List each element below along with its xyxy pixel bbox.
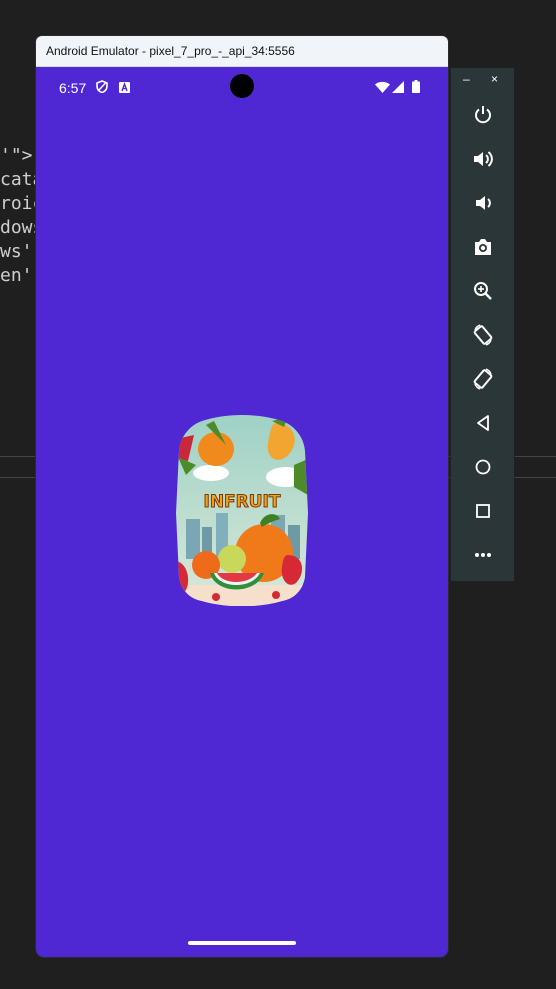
shield-icon [96,80,108,98]
overview-button[interactable] [451,493,514,529]
volume-up-icon [472,149,494,169]
rotate-left-icon [472,324,494,346]
more-button[interactable] [451,537,514,573]
gesture-home-bar[interactable] [188,941,296,945]
code-line: en' [0,265,33,286]
signal-icon [392,80,404,98]
power-icon [473,105,493,125]
power-button[interactable] [451,97,514,133]
font-a-icon [119,80,130,98]
back-icon [475,414,491,432]
volume-down-icon [474,193,492,213]
volume-up-button[interactable] [451,141,514,177]
status-time: 6:57 [59,80,87,96]
rotate-left-button[interactable] [451,317,514,353]
splash-logo: INFRUIT [176,415,308,606]
home-button[interactable] [451,449,514,485]
back-button[interactable] [451,405,514,441]
volume-down-button[interactable] [451,185,514,221]
more-icon [474,552,492,558]
emulator-toolbar: – × [450,67,515,582]
minimize-button[interactable]: – [463,72,470,86]
code-line: ws' [0,241,33,262]
home-icon [474,458,492,476]
window-title: Android Emulator - pixel_7_pro_-_api_34:… [46,44,295,58]
rotate-right-icon [472,368,494,390]
zoom-icon [473,281,493,301]
battery-icon [412,80,420,98]
camera-icon [473,238,493,256]
emulator-window: Android Emulator - pixel_7_pro_-_api_34:… [36,36,448,957]
screenshot-button[interactable] [451,229,514,265]
zoom-button[interactable] [451,273,514,309]
close-button[interactable]: × [491,72,498,86]
wifi-icon [375,80,390,98]
emulator-titlebar[interactable]: Android Emulator - pixel_7_pro_-_api_34:… [36,36,448,67]
overview-icon [475,503,491,519]
rotate-right-button[interactable] [451,361,514,397]
camera-cutout [230,74,254,98]
splash-text: INFRUIT [204,492,281,512]
